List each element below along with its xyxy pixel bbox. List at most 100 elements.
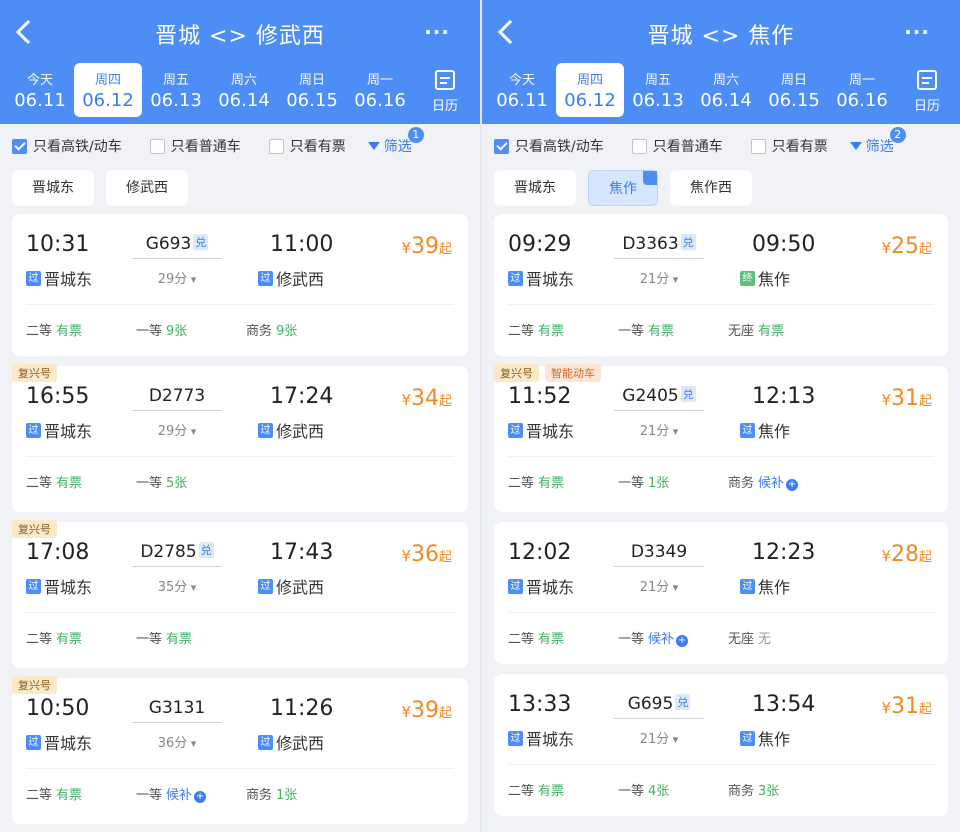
seat-class[interactable]: 二等 有票 xyxy=(508,780,618,799)
departure-time: 16:55 xyxy=(26,384,90,409)
seat-status: 3张 xyxy=(758,784,780,799)
station-chip[interactable]: 焦作西 xyxy=(670,170,752,206)
seat-class[interactable]: 一等 1张 xyxy=(618,472,728,491)
train-card[interactable]: 12:02D334912:2321分过晋城东过焦作¥28起二等有票一等候补+无座… xyxy=(494,522,948,664)
arrival-station: 过修武西 xyxy=(258,574,324,598)
fuxing-tag: 复兴号 xyxy=(12,364,57,382)
calendar-button[interactable]: 日历 xyxy=(422,66,468,114)
departure-time: 10:31 xyxy=(26,232,90,257)
seat-class[interactable]: 商务 3张 xyxy=(728,780,838,799)
date-value: 06.12 xyxy=(564,90,616,111)
date-tab[interactable]: 今天 06.11 xyxy=(488,63,556,117)
date-tab[interactable]: 今天 06.11 xyxy=(6,63,74,117)
screen-button[interactable]: 筛选 2 xyxy=(849,127,906,156)
date-tab[interactable]: 周一 06.16 xyxy=(346,63,414,117)
seat-class[interactable]: 无座 有票 xyxy=(728,320,838,339)
departure-station-name: 晋城东 xyxy=(526,578,575,597)
train-number[interactable]: G693 兑 xyxy=(132,234,222,259)
arrival-station: 过焦作 xyxy=(740,418,790,442)
duration[interactable]: 35分 xyxy=(132,576,222,595)
filter-available-only[interactable]: 只看有票 xyxy=(268,136,346,156)
date-tab[interactable]: 周日 06.15 xyxy=(760,63,828,117)
seat-class-name: 一等 xyxy=(618,324,645,339)
seat-status: 有票 xyxy=(538,784,565,799)
seat-class[interactable]: 一等 候补 + xyxy=(136,784,246,803)
seat-class[interactable]: 商务 候补 + xyxy=(728,472,838,491)
station-type-badge: 过 xyxy=(258,270,273,286)
date-tab[interactable]: 周六 06.14 xyxy=(692,63,760,117)
seat-class[interactable]: 商务 9张 xyxy=(246,320,356,339)
seat-class[interactable]: 二等 有票 xyxy=(508,472,618,491)
filter-normal-only[interactable]: 只看普通车 xyxy=(149,136,241,156)
station-chip[interactable]: 晋城东 xyxy=(494,170,576,206)
add-waitlist-icon[interactable]: + xyxy=(786,479,799,491)
seat-class[interactable]: 一等 有票 xyxy=(618,320,728,339)
seat-class[interactable]: 二等 有票 xyxy=(508,628,618,647)
train-number[interactable]: G695 兑 xyxy=(614,694,704,719)
duration[interactable]: 21分 xyxy=(614,576,704,595)
train-card[interactable]: 09:29D3363兑09:5021分过晋城东终焦作¥25起二等有票一等有票无座… xyxy=(494,214,948,356)
train-number[interactable]: D2785 兑 xyxy=(132,542,222,567)
add-waitlist-icon[interactable]: + xyxy=(194,791,207,803)
seat-class[interactable]: 一等 9张 xyxy=(136,320,246,339)
duration[interactable]: 36分 xyxy=(132,732,222,751)
station-type-badge: 过 xyxy=(740,422,755,438)
train-number[interactable]: D2773 xyxy=(132,386,222,411)
train-card[interactable]: 复兴号16:55D277317:2429分过晋城东过修武西¥34起二等有票一等5… xyxy=(12,364,468,512)
seat-class[interactable]: 二等 有票 xyxy=(26,472,136,491)
seat-class-name: 一等 xyxy=(618,476,645,491)
seat-class[interactable]: 商务 1张 xyxy=(246,784,356,803)
seat-status: 9张 xyxy=(276,324,298,339)
filter-hsr-only[interactable]: 只看高铁/动车 xyxy=(494,136,604,156)
station-chip[interactable]: 焦作 xyxy=(588,170,658,206)
add-waitlist-icon[interactable]: + xyxy=(676,635,689,647)
seat-class[interactable]: 二等 有票 xyxy=(26,320,136,339)
date-tab[interactable]: 周四 06.12 xyxy=(74,63,142,117)
train-number[interactable]: G3131 xyxy=(132,698,222,723)
filter-normal-only[interactable]: 只看普通车 xyxy=(631,136,723,156)
train-card[interactable]: 13:33G695兑13:5421分过晋城东过焦作¥31起二等有票一等4张商务3… xyxy=(494,674,948,816)
seat-class[interactable]: 二等 有票 xyxy=(508,320,618,339)
seat-class-name: 商务 xyxy=(246,324,273,339)
more-menu-icon[interactable]: ··· xyxy=(904,20,930,44)
checkbox-icon xyxy=(149,138,165,154)
filter-hsr-only[interactable]: 只看高铁/动车 xyxy=(12,136,122,156)
divider xyxy=(26,304,454,305)
duration[interactable]: 21分 xyxy=(614,420,704,439)
station-chip[interactable]: 修武西 xyxy=(106,170,188,206)
seat-class[interactable]: 一等 5张 xyxy=(136,472,246,491)
screen-button[interactable]: 筛选 1 xyxy=(367,127,424,156)
train-card[interactable]: 10:31G693兑11:0029分过晋城东过修武西¥39起二等有票一等9张商务… xyxy=(12,214,468,356)
seat-class[interactable]: 二等 有票 xyxy=(26,784,136,803)
seat-class[interactable]: 二等 有票 xyxy=(26,628,136,647)
date-tab[interactable]: 周日 06.15 xyxy=(278,63,346,117)
train-card[interactable]: 复兴号17:08D2785兑17:4335分过晋城东过修武西¥36起二等有票一等… xyxy=(12,520,468,668)
date-tab[interactable]: 周五 06.13 xyxy=(624,63,692,117)
train-card[interactable]: 复兴号10:50G313111:2636分过晋城东过修武西¥39起二等有票一等候… xyxy=(12,676,468,824)
seat-class[interactable]: 无座无 xyxy=(728,628,838,647)
train-card[interactable]: 复兴号智能动车11:52G2405兑12:1321分过晋城东过焦作¥31起二等有… xyxy=(494,364,948,512)
train-number[interactable]: D3349 xyxy=(614,542,704,567)
screens: 晋城 <> 修武西 ··· 今天 06.11 周四 06.12 周五 06.13 周六 06.14… xyxy=(0,0,960,832)
train-number[interactable]: D3363 兑 xyxy=(614,234,704,259)
date-tab[interactable]: 周六 06.14 xyxy=(210,63,278,117)
duration[interactable]: 21分 xyxy=(614,728,704,747)
calendar-button[interactable]: 日历 xyxy=(904,66,950,114)
station-chip[interactable]: 晋城东 xyxy=(12,170,94,206)
duration[interactable]: 29分 xyxy=(132,268,222,287)
currency-symbol: ¥ xyxy=(881,699,891,717)
filter-available-only[interactable]: 只看有票 xyxy=(750,136,828,156)
seat-class[interactable]: 一等 4张 xyxy=(618,780,728,799)
currency-symbol: ¥ xyxy=(881,547,891,565)
train-number[interactable]: G2405 兑 xyxy=(614,386,704,411)
more-menu-icon[interactable]: ··· xyxy=(424,20,450,44)
seat-class[interactable]: 一等 有票 xyxy=(136,628,246,647)
date-tab[interactable]: 周四 06.12 xyxy=(556,63,624,117)
date-tab[interactable]: 周五 06.13 xyxy=(142,63,210,117)
departure-station: 过晋城东 xyxy=(508,418,574,442)
price: ¥34起 xyxy=(401,386,452,411)
seat-class[interactable]: 一等 候补 + xyxy=(618,628,728,647)
duration[interactable]: 29分 xyxy=(132,420,222,439)
duration[interactable]: 21分 xyxy=(614,268,704,287)
date-tab[interactable]: 周一 06.16 xyxy=(828,63,896,117)
